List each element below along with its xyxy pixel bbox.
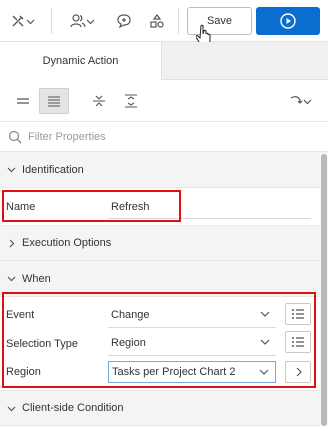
select-value: Change [111,309,150,321]
region-select[interactable]: Tasks per Project Chart 2 [108,361,276,383]
property-editor: Identification Name Refresh Execution Op… [0,152,320,426]
property-label: Event [6,309,35,321]
chevron-down-icon [260,311,270,317]
group-client-side-condition[interactable]: Client-side Condition [0,390,320,426]
shared-components-button[interactable] [145,8,169,34]
property-label: Name [6,201,36,213]
scrollbar[interactable] [320,152,328,426]
field-underline [108,327,276,328]
tab-bar: Dynamic Action [0,42,328,80]
list-icon [292,309,304,319]
chevron-down-icon [303,99,311,104]
comments-button[interactable] [112,8,136,34]
shared-components-icon [150,14,164,28]
region-go-button[interactable] [285,361,311,383]
scrollbar-thumb[interactable] [321,154,327,426]
expand-icon [125,94,137,108]
show-common-button[interactable] [8,88,38,114]
group-title: Identification [22,163,84,176]
collapse-all-button[interactable] [84,88,114,114]
group-title: Execution Options [22,237,112,249]
chevron-down-icon [0,404,22,413]
group-when[interactable]: When [0,261,320,297]
go-to-group-button[interactable] [282,88,318,114]
selection-type-select[interactable]: Region [108,332,276,354]
chevron-down-icon [86,19,94,24]
select-value: Region [111,337,146,349]
field-underline [108,218,311,219]
toolbar-divider [178,8,179,34]
property-row-name: Name Refresh [0,193,320,221]
property-label: Selection Type [6,338,78,350]
redo-arrow-icon [290,96,302,104]
run-button[interactable] [256,7,320,35]
field-underline [108,355,276,356]
collapse-icon [93,95,105,107]
search-icon [8,130,22,144]
team-menu-button[interactable] [64,8,100,34]
filter-properties-input[interactable] [28,130,308,143]
tab-dynamic-action[interactable]: Dynamic Action [0,42,162,80]
selection-type-list-button[interactable] [285,331,311,353]
group-execution-options[interactable]: Execution Options [0,225,320,261]
list-expanded-icon [48,96,60,107]
chevron-right-icon [296,367,302,377]
play-icon [280,13,296,29]
group-title: Client-side Condition [22,402,124,414]
group-identification[interactable]: Identification [0,152,320,188]
list-condensed-icon [17,98,29,104]
event-list-button[interactable] [285,303,311,325]
show-all-button[interactable] [39,88,69,114]
chevron-right-icon [0,239,22,248]
property-label: Region [6,366,41,378]
top-toolbar: Save [0,0,328,46]
name-field[interactable]: Refresh [111,201,150,213]
filter-bar [0,122,328,152]
event-select[interactable]: Change [108,304,276,326]
select-value: Tasks per Project Chart 2 [112,366,236,378]
chevron-down-icon [26,19,34,24]
toolbar-divider [51,8,52,34]
chevron-down-icon [0,165,22,174]
list-icon [292,337,304,347]
group-title: When [22,272,51,285]
users-icon [69,14,86,28]
comment-add-icon [117,14,131,29]
property-editor-toolbar [0,80,328,122]
chevron-down-icon [259,369,269,375]
tools-icon [12,15,23,27]
chevron-down-icon [260,339,270,345]
chevron-down-icon [0,274,22,283]
expand-all-button[interactable] [116,88,146,114]
utilities-menu-button[interactable] [4,8,40,34]
